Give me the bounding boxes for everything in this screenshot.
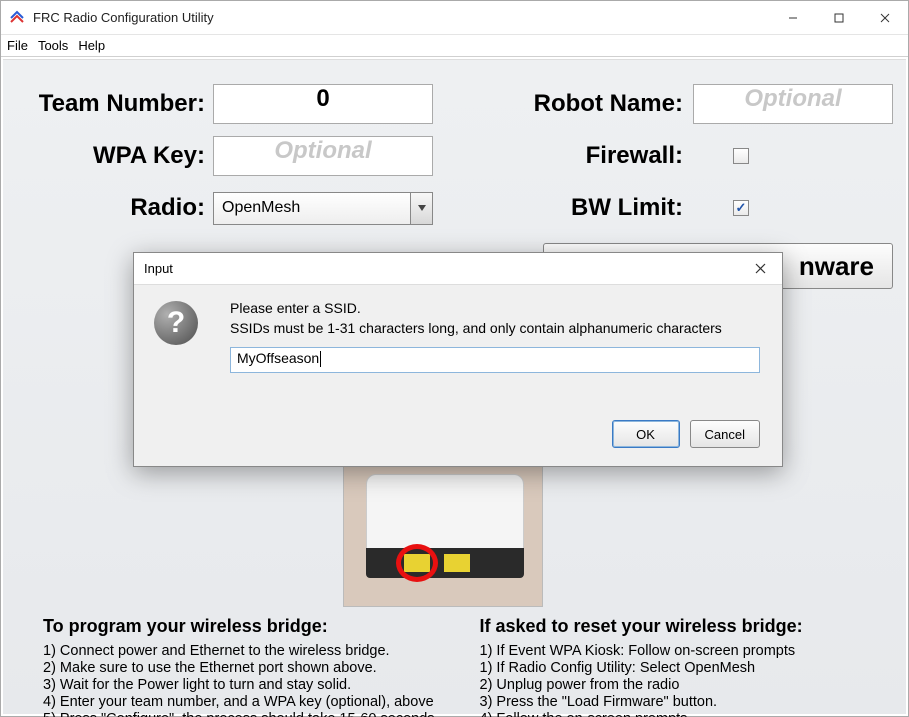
app-window: FRC Radio Configuration Utility File Too… — [0, 0, 909, 717]
dialog-line2: SSIDs must be 1-31 characters long, and … — [230, 319, 722, 339]
wpa-key-input[interactable]: Optional — [213, 136, 433, 176]
maximize-button[interactable] — [816, 2, 862, 34]
dialog-buttons: OK Cancel — [612, 420, 760, 448]
instructions: To program your wireless bridge: 1) Conn… — [43, 616, 886, 717]
instructions-right-heading: If asked to reset your wireless bridge: — [480, 616, 887, 637]
menu-tools[interactable]: Tools — [38, 38, 68, 53]
team-number-label: Team Number: — [3, 90, 213, 118]
circle-highlight-icon — [396, 544, 438, 582]
dialog-close-button[interactable] — [738, 254, 782, 284]
instr-right-3: 2) Unplug power from the radio — [480, 677, 887, 693]
firewall-label: Firewall: — [433, 142, 693, 170]
wpa-key-label: WPA Key: — [3, 142, 213, 170]
radio-dropdown-value: OpenMesh — [222, 199, 300, 217]
radio-image — [343, 465, 543, 607]
dialog-message: Please enter a SSID. SSIDs must be 1-31 … — [230, 299, 722, 338]
instr-right-4: 3) Press the "Load Firmware" button. — [480, 694, 887, 710]
menu-file[interactable]: File — [7, 38, 28, 53]
ssid-input-dialog: Input ? Please enter a SSID. SSIDs must … — [133, 252, 783, 467]
instr-left-1: 1) Connect power and Ethernet to the wir… — [43, 643, 450, 659]
robot-name-label: Robot Name: — [433, 90, 693, 118]
instr-right-2: 1) If Radio Config Utility: Select OpenM… — [480, 660, 887, 676]
instructions-right: If asked to reset your wireless bridge: … — [450, 616, 887, 717]
team-number-input[interactable]: 0 — [213, 84, 433, 124]
chevron-down-icon — [410, 193, 432, 224]
bw-limit-checkbox[interactable]: ✓ — [733, 200, 749, 216]
instr-left-4: 4) Enter your team number, and a WPA key… — [43, 694, 450, 710]
instr-left-2: 2) Make sure to use the Ethernet port sh… — [43, 660, 450, 676]
ssid-input-value: MyOffseason — [237, 350, 319, 366]
window-buttons — [770, 2, 908, 34]
dialog-title: Input — [144, 261, 738, 276]
bw-limit-label: BW Limit: — [433, 194, 693, 222]
instr-right-5: 4) Follow the on-screen prompts. — [480, 711, 887, 717]
load-firmware-label: nware — [799, 251, 874, 282]
robot-name-input[interactable]: Optional — [693, 84, 893, 124]
dialog-line1: Please enter a SSID. — [230, 299, 722, 319]
ssid-input[interactable]: MyOffseason — [230, 347, 760, 373]
instr-left-5: 5) Press "Configure", the process should… — [43, 711, 450, 717]
menu-help[interactable]: Help — [78, 38, 105, 53]
firewall-checkbox[interactable] — [733, 148, 749, 164]
ok-button[interactable]: OK — [612, 420, 680, 448]
instr-right-1: 1) If Event WPA Kiosk: Follow on-screen … — [480, 643, 887, 659]
text-caret — [320, 351, 321, 367]
instructions-left: To program your wireless bridge: 1) Conn… — [43, 616, 450, 717]
app-icon — [9, 10, 25, 26]
instructions-left-heading: To program your wireless bridge: — [43, 616, 450, 637]
radio-label: Radio: — [3, 194, 213, 222]
cancel-button[interactable]: Cancel — [690, 420, 760, 448]
minimize-button[interactable] — [770, 2, 816, 34]
title-bar: FRC Radio Configuration Utility — [1, 1, 908, 35]
radio-dropdown[interactable]: OpenMesh — [213, 192, 433, 225]
close-button[interactable] — [862, 2, 908, 34]
dialog-title-bar: Input — [134, 253, 782, 285]
form-grid: Team Number: 0 Robot Name: Optional WPA … — [3, 78, 906, 234]
menu-bar: File Tools Help — [1, 35, 908, 57]
window-title: FRC Radio Configuration Utility — [33, 10, 770, 25]
instr-left-3: 3) Wait for the Power light to turn and … — [43, 677, 450, 693]
question-icon: ? — [154, 301, 198, 345]
